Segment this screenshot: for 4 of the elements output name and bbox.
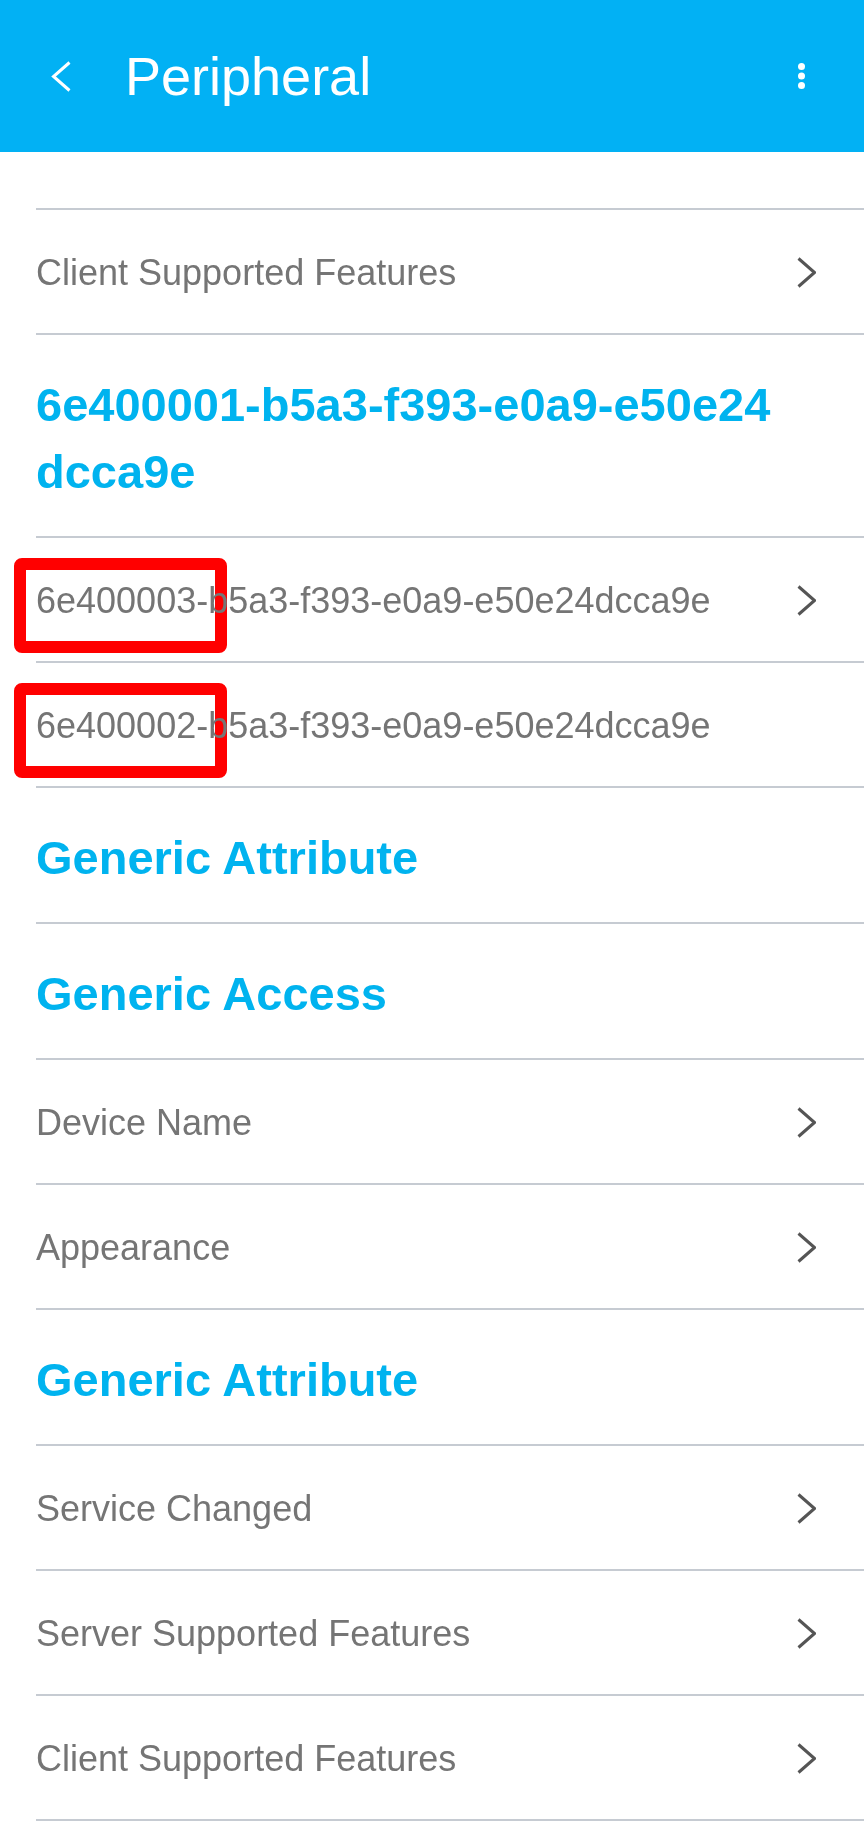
screen-title: Peripheral bbox=[125, 44, 373, 108]
section-title: Generic Attribute bbox=[36, 788, 864, 924]
back-icon[interactable] bbox=[51, 60, 71, 92]
more-options-icon[interactable] bbox=[798, 63, 805, 89]
